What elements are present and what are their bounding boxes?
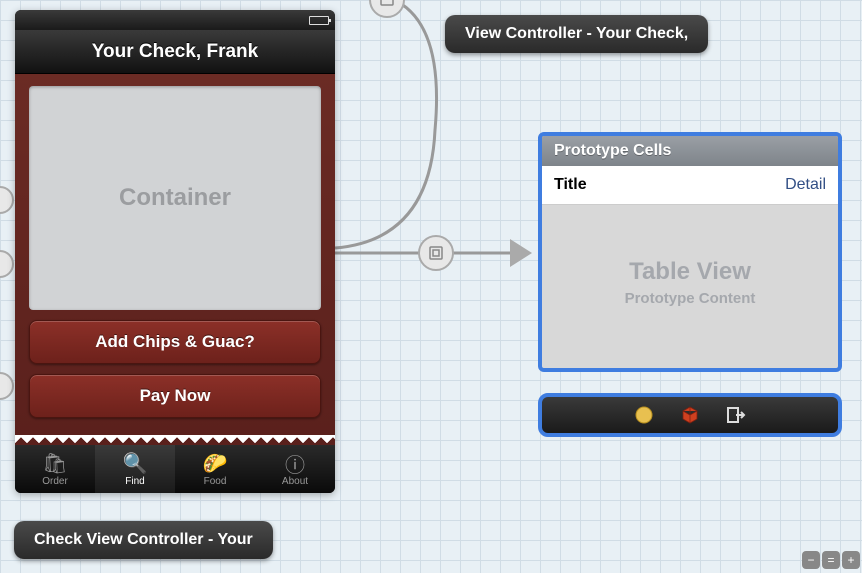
cell-detail-label: Detail <box>785 176 826 194</box>
zoom-fit-button[interactable]: = <box>822 551 840 569</box>
cell-title-label: Title <box>554 176 587 194</box>
scene-dock[interactable] <box>538 393 842 437</box>
tab-order[interactable]: 🛍 Order <box>15 445 95 493</box>
tableview-title: Table View <box>629 258 751 286</box>
exit-icon[interactable] <box>725 404 747 426</box>
navigation-bar: Your Check, Frank <box>15 30 335 74</box>
iphone-scene[interactable]: Your Check, Frank Container Add Chips & … <box>15 10 335 493</box>
tab-label: Food <box>204 476 227 487</box>
search-icon: 🔍 <box>123 452 148 476</box>
tab-find[interactable]: 🔍 Find <box>95 445 175 493</box>
segue-embed-icon[interactable] <box>418 235 454 271</box>
table-view-placeholder: Table View Prototype Content <box>542 205 838 360</box>
tab-food[interactable]: 🌮 Food <box>175 445 255 493</box>
status-bar <box>15 10 335 30</box>
disk-icon[interactable] <box>633 404 655 426</box>
bag-icon: 🛍 <box>42 452 67 476</box>
nav-title: Your Check, Frank <box>92 41 258 63</box>
tableview-subtitle: Prototype Content <box>625 290 756 307</box>
zoom-in-button[interactable]: + <box>842 551 860 569</box>
zoom-out-button[interactable]: − <box>802 551 820 569</box>
battery-icon <box>309 16 329 25</box>
container-view[interactable]: Container <box>29 86 321 310</box>
root-view: Container Add Chips & Guac? Pay Now <box>15 74 335 445</box>
cube-icon[interactable] <box>679 404 701 426</box>
segue-arrow-icon <box>510 239 532 267</box>
tab-bar: 🛍 Order 🔍 Find 🌮 Food ⓘ About <box>15 445 335 493</box>
tab-label: Order <box>42 476 68 487</box>
zoom-controls: − = + <box>802 551 860 569</box>
scene-label-check-vc[interactable]: Check View Controller - Your <box>14 521 273 559</box>
prototype-cells-header: Prototype Cells <box>542 136 838 166</box>
info-icon: ⓘ <box>285 452 305 476</box>
pay-now-button[interactable]: Pay Now <box>29 374 321 418</box>
tab-label: About <box>282 476 308 487</box>
receipt-edge-decoration <box>15 435 335 445</box>
add-chips-button[interactable]: Add Chips & Guac? <box>29 320 321 364</box>
table-view-scene[interactable]: Prototype Cells Title Detail Table View … <box>538 132 842 372</box>
tab-about[interactable]: ⓘ About <box>255 445 335 493</box>
scene-label-vc[interactable]: View Controller - Your Check, <box>445 15 708 53</box>
prototype-cell[interactable]: Title Detail <box>542 166 838 205</box>
taco-icon: 🌮 <box>203 452 228 476</box>
tab-label: Find <box>125 476 144 487</box>
